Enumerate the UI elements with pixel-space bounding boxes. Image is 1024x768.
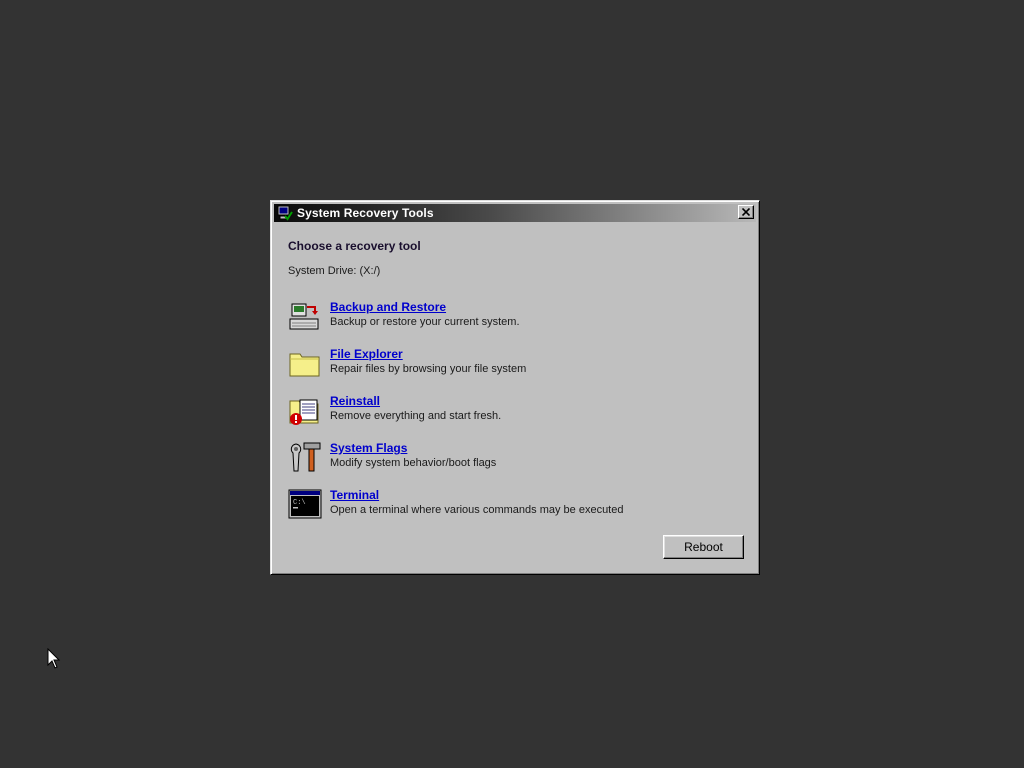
close-button[interactable] xyxy=(738,205,754,219)
window-title: System Recovery Tools xyxy=(297,206,434,220)
system-drive-label: System Drive: (X:/) xyxy=(288,265,381,277)
tool-reinstall[interactable]: Reinstall Remove everything and start fr… xyxy=(288,393,501,427)
tool-backup-restore-description: Backup or restore your current system. xyxy=(330,316,520,328)
computer-check-icon xyxy=(277,205,293,221)
reinstall-icon xyxy=(288,393,322,427)
mouse-pointer-icon xyxy=(47,648,61,669)
tool-system-flags-link[interactable]: System Flags xyxy=(330,441,496,456)
close-icon xyxy=(742,208,750,216)
tool-file-explorer-link[interactable]: File Explorer xyxy=(330,347,526,362)
tool-reinstall-link[interactable]: Reinstall xyxy=(330,394,501,409)
reboot-button[interactable]: Reboot xyxy=(663,535,744,559)
tool-file-explorer[interactable]: File Explorer Repair files by browsing y… xyxy=(288,346,526,380)
tool-terminal[interactable]: C:\ Terminal Open a terminal where vario… xyxy=(288,487,623,521)
tools-icon xyxy=(288,440,322,474)
tool-reinstall-description: Remove everything and start fresh. xyxy=(330,410,502,422)
tool-backup-restore[interactable]: Backup and Restore Backup or restore you… xyxy=(288,299,520,333)
tool-backup-restore-link[interactable]: Backup and Restore xyxy=(330,300,520,315)
title-bar[interactable]: System Recovery Tools xyxy=(274,204,756,222)
page-title: Choose a recovery tool xyxy=(288,239,421,253)
svg-text:C:\: C:\ xyxy=(293,499,306,507)
window-content: Choose a recovery tool System Drive: (X:… xyxy=(288,239,742,574)
tool-file-explorer-description: Repair files by browsing your file syste… xyxy=(330,363,527,375)
desktop: System Recovery Tools Choose a recovery … xyxy=(0,0,1024,768)
tool-terminal-description: Open a terminal where various commands m… xyxy=(330,504,624,516)
folder-icon xyxy=(288,346,322,380)
tool-system-flags[interactable]: System Flags Modify system behavior/boot… xyxy=(288,440,496,474)
recovery-window: System Recovery Tools Choose a recovery … xyxy=(270,200,760,575)
tool-system-flags-description: Modify system behavior/boot flags xyxy=(330,457,497,469)
backup-restore-icon xyxy=(288,299,322,333)
terminal-icon: C:\ xyxy=(288,487,322,521)
tool-terminal-link[interactable]: Terminal xyxy=(330,488,623,503)
